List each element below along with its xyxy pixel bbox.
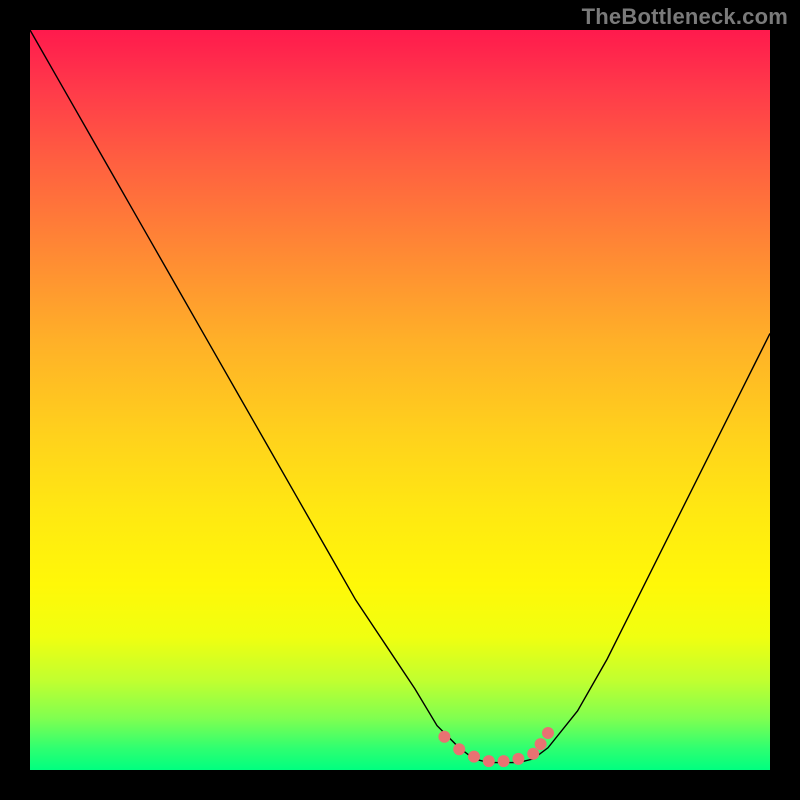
plateau-dot (483, 755, 495, 767)
curve-line (30, 30, 770, 763)
watermark-label: TheBottleneck.com (582, 4, 788, 30)
plateau-dot (542, 727, 554, 739)
chart-frame: TheBottleneck.com (0, 0, 800, 800)
plateau-dot (438, 731, 450, 743)
plateau-dots (438, 727, 554, 767)
plot-area (30, 30, 770, 770)
plateau-dot (535, 738, 547, 750)
plateau-dot (468, 751, 480, 763)
chart-svg (30, 30, 770, 770)
plateau-dot (527, 748, 539, 760)
plateau-dot (453, 743, 465, 755)
plateau-dot (498, 755, 510, 767)
plateau-dot (512, 753, 524, 765)
